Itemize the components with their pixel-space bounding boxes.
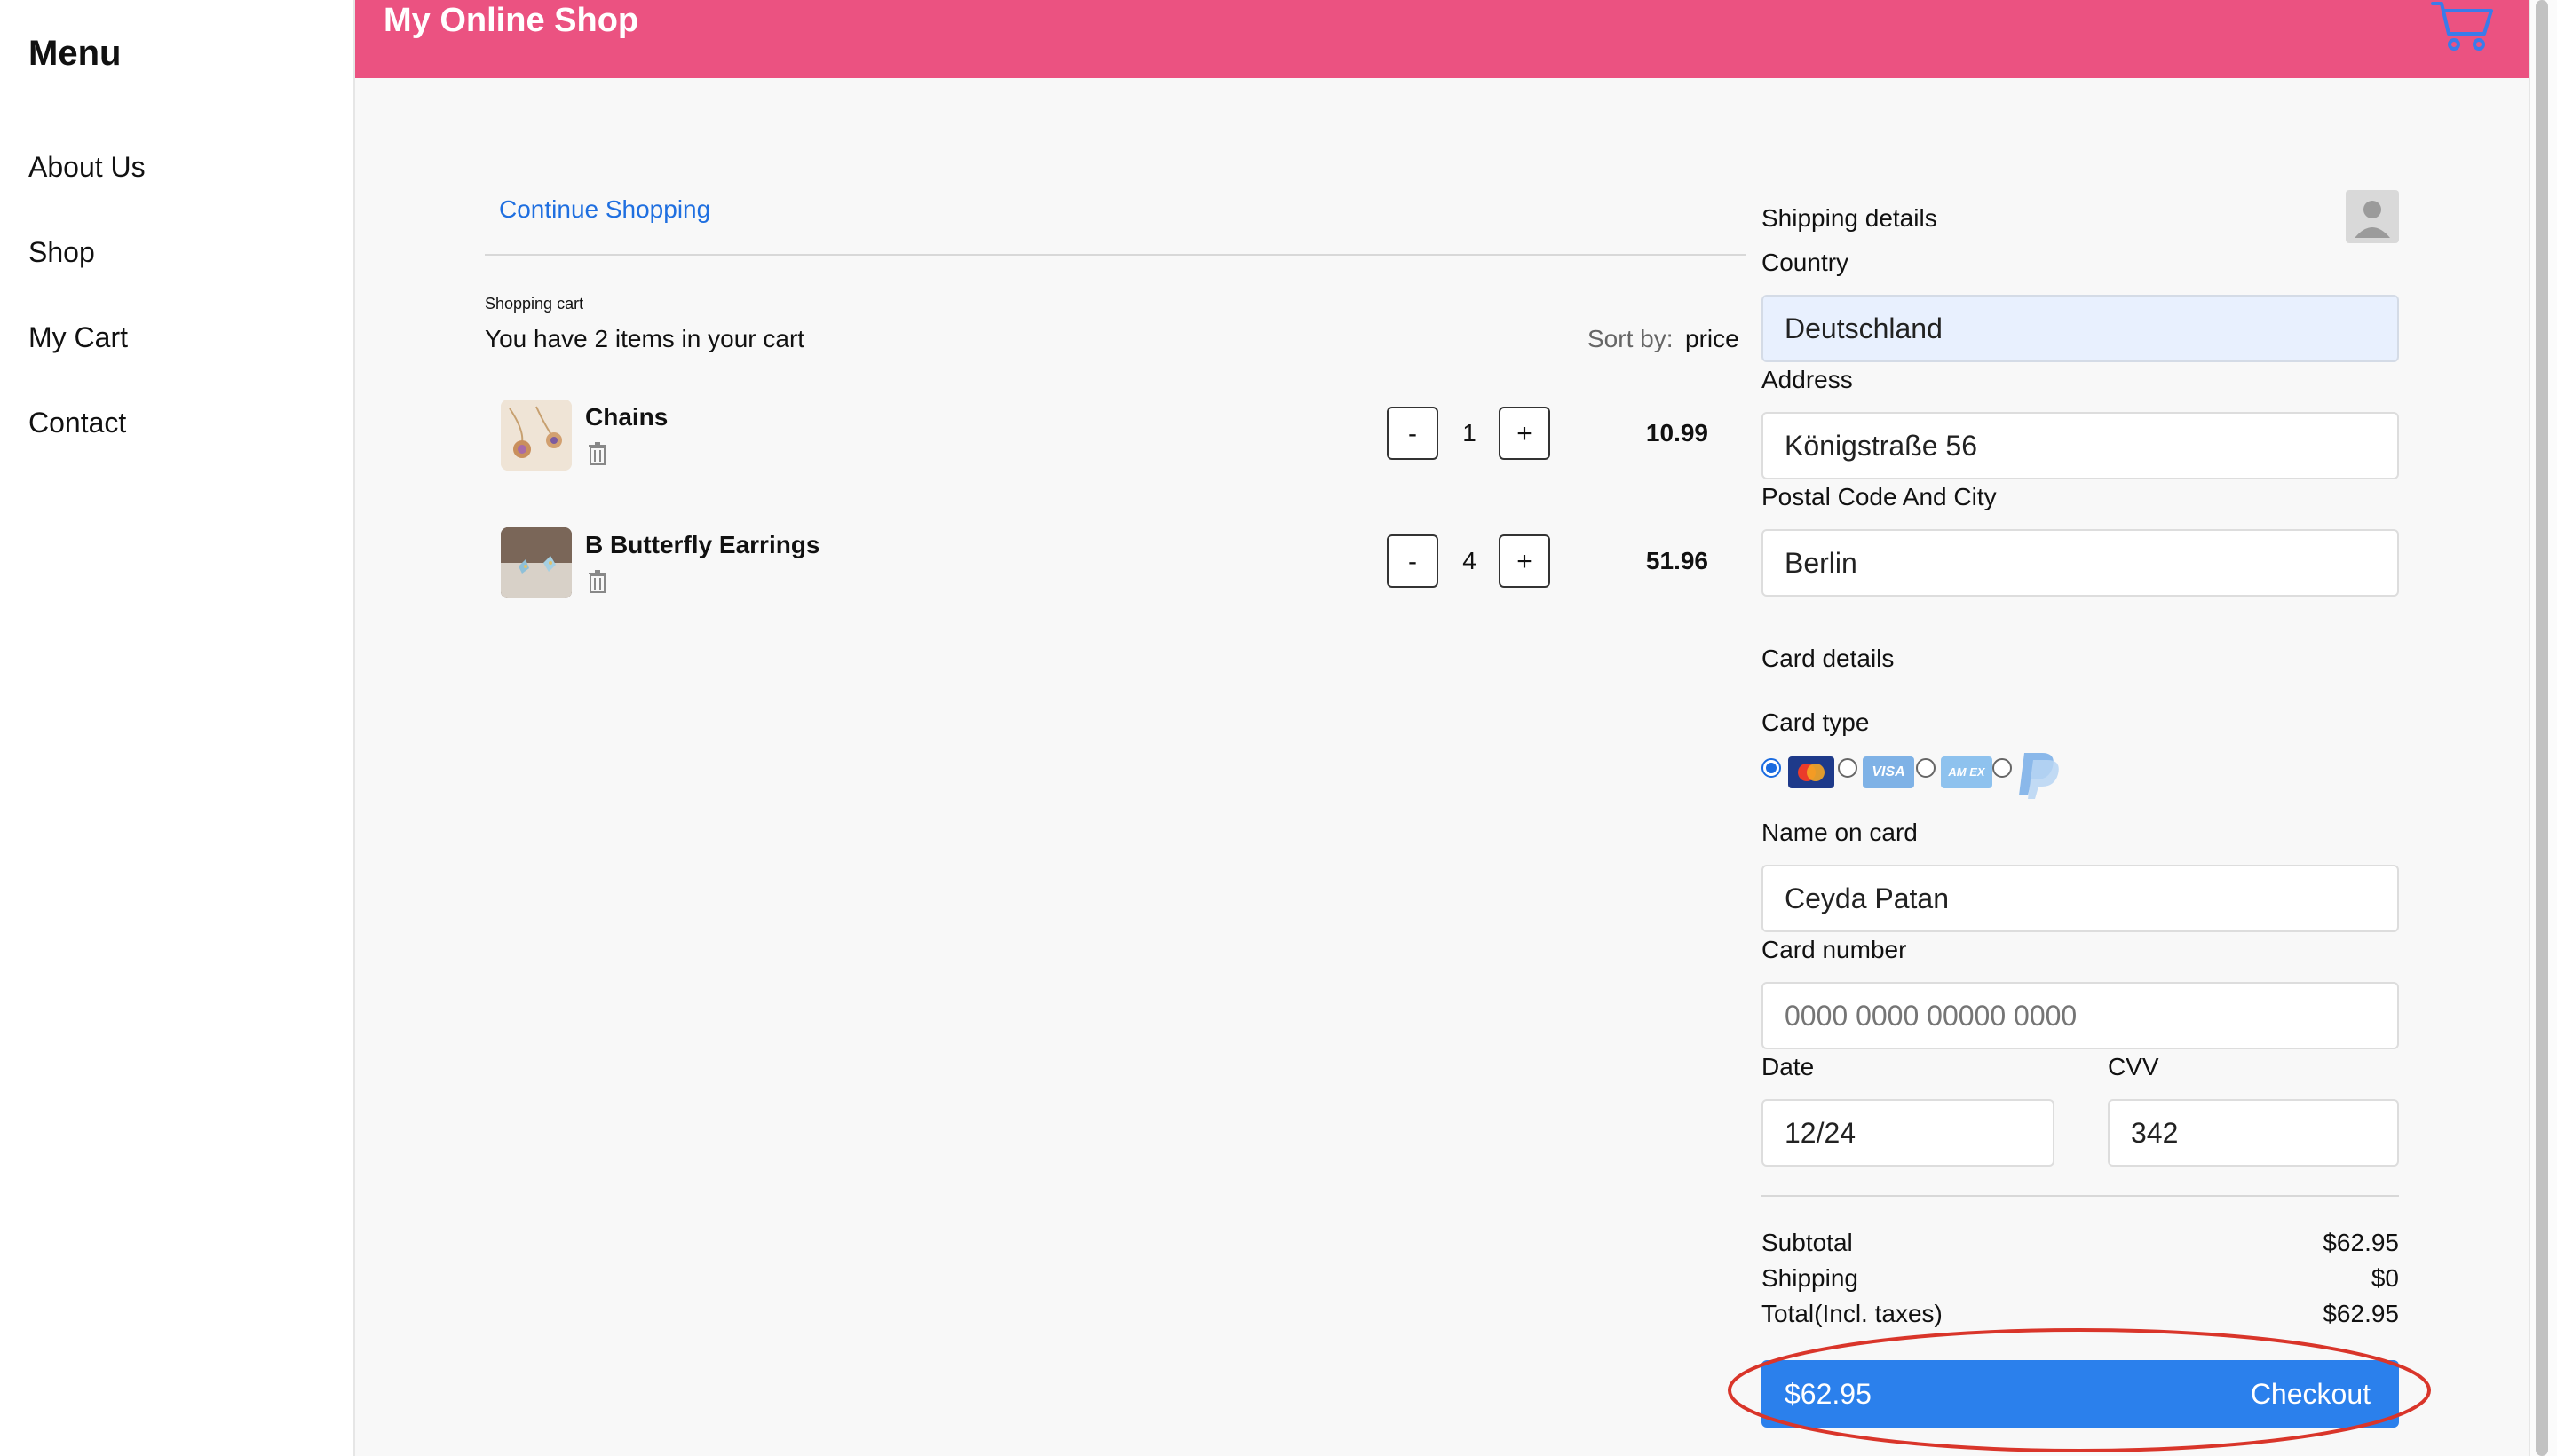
country-field[interactable]	[1761, 295, 2399, 362]
shopping-cart-icon[interactable]	[2429, 0, 2495, 51]
card-number-field[interactable]	[1761, 982, 2399, 1049]
decrease-quantity-button[interactable]: -	[1387, 534, 1438, 588]
item-price: 10.99	[1645, 419, 1708, 447]
total-value: $62.95	[2323, 1300, 2399, 1327]
shopping-cart-label: Shopping cart	[485, 295, 584, 313]
shipping-details-title: Shipping details	[1761, 204, 1937, 232]
divider	[1761, 1195, 2399, 1197]
trash-icon[interactable]	[588, 442, 607, 465]
sidebar: Menu About Us Shop My Cart Contact	[0, 0, 355, 1456]
address-field[interactable]	[1761, 412, 2399, 479]
postal-code-city-label: Postal Code And City	[1761, 483, 1997, 510]
item-price: 51.96	[1645, 547, 1708, 574]
quantity-value: 4	[1462, 547, 1476, 574]
sidebar-item-contact[interactable]: Contact	[28, 407, 126, 439]
country-label: Country	[1761, 249, 1849, 276]
postal-code-city-field[interactable]	[1761, 529, 2399, 597]
name-on-card-label: Name on card	[1761, 819, 1918, 846]
shipping-value: $0	[2371, 1264, 2399, 1292]
card-details-title: Card details	[1761, 645, 1895, 672]
increase-quantity-button[interactable]: +	[1499, 407, 1550, 460]
cart-summary-text: You have 2 items in your cart	[485, 325, 805, 352]
trash-icon[interactable]	[588, 570, 607, 593]
product-image-chains[interactable]	[501, 400, 572, 471]
sort-value[interactable]: price	[1685, 325, 1739, 353]
header-bar: My Online Shop	[355, 0, 2529, 78]
card-type-label: Card type	[1761, 708, 1870, 736]
date-label: Date	[1761, 1053, 1815, 1080]
highlight-ellipse	[1728, 1328, 2431, 1452]
card-type-radio-paypal[interactable]	[1992, 758, 2012, 778]
card-type-radio-visa[interactable]	[1838, 758, 1857, 778]
cvv-field[interactable]	[2108, 1099, 2399, 1167]
subtotal-value: $62.95	[2323, 1229, 2399, 1256]
main-content: Continue Shopping Shopping cart You have…	[355, 78, 2529, 1456]
address-label: Address	[1761, 366, 1853, 393]
product-name-butterfly-earrings[interactable]: B Butterfly Earrings	[585, 531, 820, 559]
scrollbar-thumb[interactable]	[2536, 0, 2548, 1456]
product-image-butterfly-earrings[interactable]	[501, 527, 572, 598]
menu-title: Menu	[28, 34, 122, 73]
paypal-icon	[2019, 753, 2059, 799]
visa-icon: VISA	[1863, 756, 1914, 788]
decrease-quantity-button[interactable]: -	[1387, 407, 1438, 460]
date-field[interactable]	[1761, 1099, 2054, 1167]
name-on-card-field[interactable]	[1761, 865, 2399, 932]
shipping-label: Shipping	[1761, 1264, 1858, 1292]
sidebar-item-shop[interactable]: Shop	[28, 236, 95, 269]
cvv-label: CVV	[2108, 1053, 2159, 1080]
sort-label: Sort by:	[1587, 325, 1674, 352]
card-type-radio-mastercard[interactable]	[1761, 758, 1781, 778]
quantity-value: 1	[1462, 419, 1476, 447]
continue-shopping-link[interactable]: Continue Shopping	[499, 195, 710, 224]
increase-quantity-button[interactable]: +	[1499, 534, 1550, 588]
mastercard-icon	[1788, 756, 1834, 788]
card-number-label: Card number	[1761, 936, 1907, 963]
avatar-icon[interactable]	[2346, 190, 2399, 243]
divider	[485, 254, 1746, 256]
shop-title: My Online Shop	[384, 2, 639, 39]
sidebar-item-my-cart[interactable]: My Cart	[28, 321, 128, 354]
sidebar-item-about-us[interactable]: About Us	[28, 151, 146, 184]
amex-icon: AM EX	[1941, 756, 1992, 788]
product-name-chains[interactable]: Chains	[585, 403, 668, 431]
subtotal-label: Subtotal	[1761, 1229, 1853, 1256]
card-type-radio-amex[interactable]	[1916, 758, 1936, 778]
total-label: Total(Incl. taxes)	[1761, 1300, 1943, 1327]
